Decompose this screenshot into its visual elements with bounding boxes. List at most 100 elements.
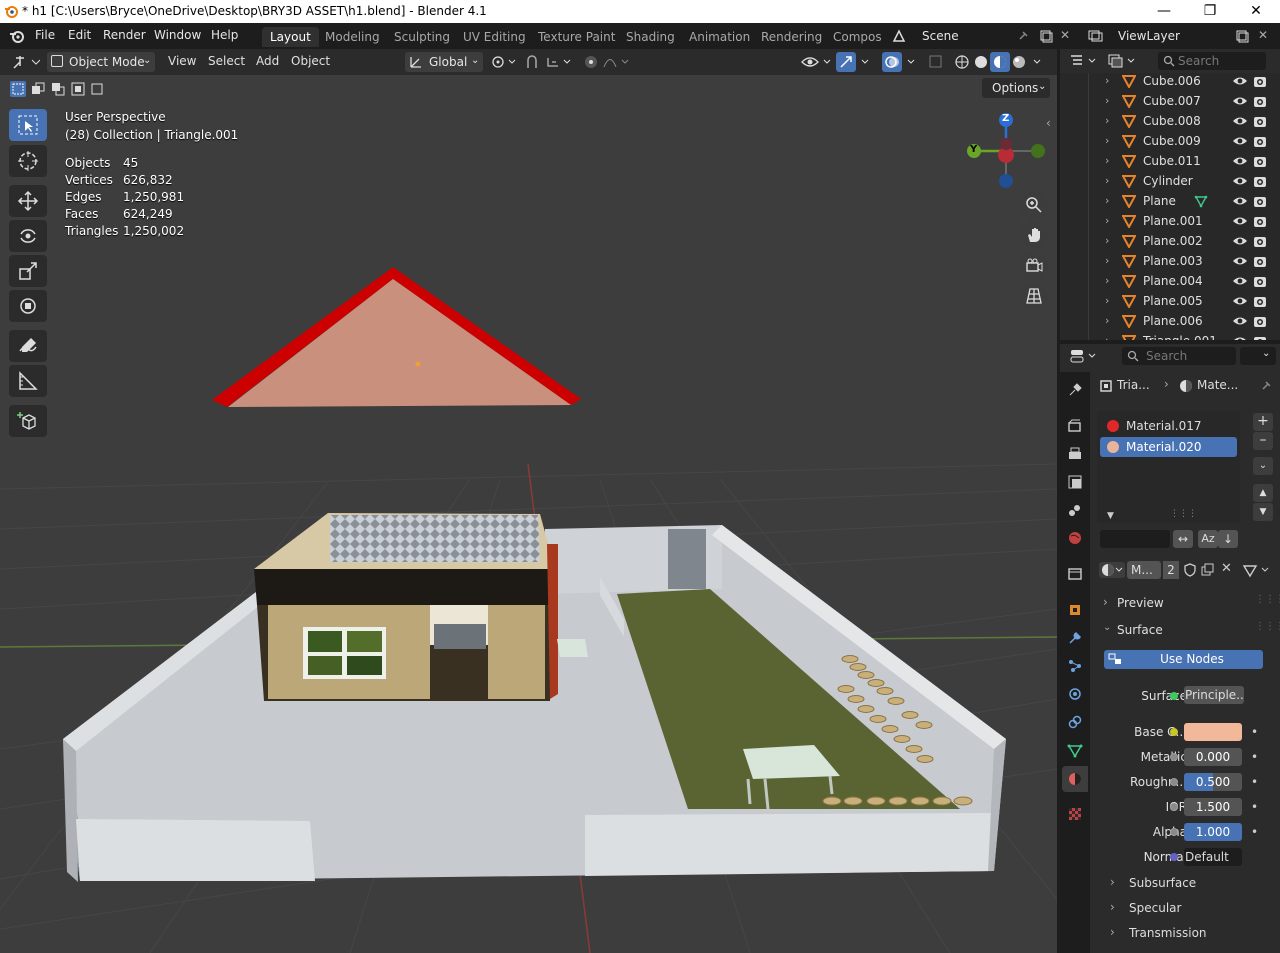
tab-material[interactable] [1062, 766, 1088, 792]
annotate-tool[interactable] [9, 330, 47, 362]
menu-render[interactable]: Render [103, 28, 146, 42]
eye-icon[interactable] [1232, 215, 1248, 227]
normal-field[interactable]: Default [1184, 848, 1242, 866]
filter-toggle-icon[interactable]: ▼ [1107, 511, 1114, 521]
properties-search[interactable]: Search [1122, 347, 1236, 365]
outliner-item[interactable]: › Cube.011 [1060, 151, 1280, 171]
eye-icon[interactable] [1232, 275, 1248, 287]
viewlayer-selector[interactable]: ViewLayer ✕ [1082, 26, 1276, 46]
expand-arrow-icon[interactable]: › [1105, 194, 1109, 207]
expand-arrow-icon[interactable]: › [1105, 274, 1109, 287]
menu-object[interactable]: Object [291, 54, 330, 68]
cursor-tool[interactable] [9, 145, 47, 177]
ortho-toggle-button[interactable] [1020, 282, 1048, 310]
tab-uv-editing[interactable]: UV Editing [455, 27, 534, 47]
expand-arrow-icon[interactable]: › [1105, 334, 1109, 340]
subsection-specular[interactable]: › Specular [1104, 897, 1274, 919]
scene-selector[interactable]: Scene ✕ [886, 26, 1076, 46]
drag-handle-icon[interactable]: ⋮⋮⋮ [1255, 594, 1280, 605]
tab-collection[interactable] [1065, 564, 1085, 584]
tab-animation[interactable]: Animation [681, 27, 758, 47]
pin-icon[interactable] [1016, 29, 1030, 43]
properties-editor-icon[interactable] [1070, 348, 1098, 364]
drag-handle-icon[interactable]: ⋮⋮⋮ [1255, 621, 1280, 632]
blender-menu-icon[interactable] [9, 28, 25, 44]
eye-icon[interactable] [1232, 175, 1248, 187]
outliner-editor-icon[interactable] [1070, 54, 1098, 68]
camera-icon[interactable] [1253, 254, 1267, 268]
material-name-field[interactable]: M... [1127, 561, 1161, 579]
expand-arrow-icon[interactable]: › [1105, 114, 1109, 127]
tab-physics[interactable] [1065, 684, 1085, 704]
tab-rendering[interactable]: Rendering [753, 27, 830, 47]
outliner-item[interactable]: › Plane.004 [1060, 271, 1280, 291]
material-slot-selected[interactable]: Material.020 [1100, 437, 1237, 457]
section-preview[interactable]: › Preview ⋮⋮⋮ [1097, 591, 1280, 615]
tab-modeling[interactable]: Modeling [317, 27, 388, 47]
ior-field[interactable]: 1.500 [1184, 798, 1242, 816]
expand-arrow-icon[interactable]: › [1105, 94, 1109, 107]
outliner-item[interactable]: › Plane.001 [1060, 211, 1280, 231]
animate-dot-icon[interactable]: • [1251, 750, 1258, 764]
camera-icon[interactable] [1253, 154, 1267, 168]
tab-constraints[interactable] [1065, 712, 1085, 732]
camera-icon[interactable] [1253, 94, 1267, 108]
subsection-subsurface[interactable]: › Subsurface [1104, 872, 1274, 894]
transform-tool[interactable] [9, 290, 47, 322]
expand-arrow-icon[interactable]: › [1105, 214, 1109, 227]
display-mode-icon[interactable] [1108, 53, 1138, 69]
tab-object[interactable] [1065, 600, 1085, 620]
section-surface[interactable]: ⌄ Surface ⋮⋮⋮ [1097, 618, 1280, 642]
sort-alpha-icon[interactable]: Az [1198, 530, 1218, 548]
socket-dot[interactable] [1170, 753, 1178, 761]
outliner[interactable]: Search › Cube.006 › Cube.007 › Cube.008 › Cube.… [1060, 49, 1280, 340]
tab-output[interactable] [1065, 444, 1085, 464]
eye-icon[interactable] [1232, 115, 1248, 127]
expand-arrow-icon[interactable]: › [1105, 234, 1109, 247]
pin-icon[interactable] [1259, 379, 1273, 393]
slot-specials-icon[interactable]: ⌄ [1253, 457, 1273, 475]
camera-icon[interactable] [1253, 174, 1267, 188]
measure-tool[interactable] [9, 365, 47, 397]
move-tool[interactable] [9, 185, 47, 217]
eye-icon[interactable] [1232, 335, 1248, 340]
link-type-icon[interactable] [1242, 562, 1274, 578]
transform-orientation-selector[interactable]: Global ⌄ [405, 52, 483, 72]
tab-render[interactable] [1065, 416, 1085, 436]
editor-type-icon[interactable] [12, 54, 40, 70]
expand-arrow-icon[interactable]: › [1105, 74, 1109, 87]
mode-selector[interactable]: Object Mode ⌄ [47, 52, 155, 72]
expand-arrow-icon[interactable]: › [1105, 294, 1109, 307]
select-box-tool[interactable] [9, 109, 47, 141]
menu-file[interactable]: File [35, 28, 55, 42]
eye-icon[interactable] [1232, 255, 1248, 267]
outliner-item[interactable]: › Plane.006 [1060, 311, 1280, 331]
socket-dot[interactable] [1170, 853, 1178, 861]
expand-arrow-icon[interactable]: › [1105, 154, 1109, 167]
tab-world[interactable] [1065, 528, 1085, 548]
tab-sculpting[interactable]: Sculpting [386, 27, 458, 47]
outliner-item[interactable]: › Cube.006 [1060, 71, 1280, 91]
expand-arrow-icon[interactable]: › [1105, 254, 1109, 267]
pan-button[interactable] [1020, 221, 1048, 249]
material-slot-list[interactable]: Material.017 Material.020 ▼ ⋮⋮⋮ [1097, 411, 1240, 523]
scale-tool[interactable] [9, 255, 47, 287]
move-down-icon[interactable]: ▼ [1253, 503, 1273, 521]
tab-compositing[interactable]: Compos [825, 27, 890, 47]
outliner-item[interactable]: › Cube.009 [1060, 131, 1280, 151]
camera-view-button[interactable] [1020, 252, 1048, 280]
sidebar-toggle-icon[interactable]: ‹ [1046, 116, 1051, 130]
navigation-gizmo[interactable]: Z Y [960, 109, 1050, 199]
roughness-slider[interactable]: 0.500 [1184, 773, 1242, 791]
outliner-item[interactable]: › Cylinder [1060, 171, 1280, 191]
tab-particles[interactable] [1065, 656, 1085, 676]
proportional-editing-icon[interactable] [582, 54, 632, 70]
camera-icon[interactable] [1253, 194, 1267, 208]
tab-shading[interactable]: Shading [618, 27, 683, 47]
expand-arrow-icon[interactable]: › [1105, 314, 1109, 327]
camera-icon[interactable] [1253, 234, 1267, 248]
xray-icon[interactable] [928, 53, 944, 71]
resize-handle-icon[interactable]: ⋮⋮⋮ [1170, 509, 1197, 519]
surface-shader-field[interactable]: Principle... [1184, 686, 1244, 704]
camera-icon[interactable] [1253, 294, 1267, 308]
